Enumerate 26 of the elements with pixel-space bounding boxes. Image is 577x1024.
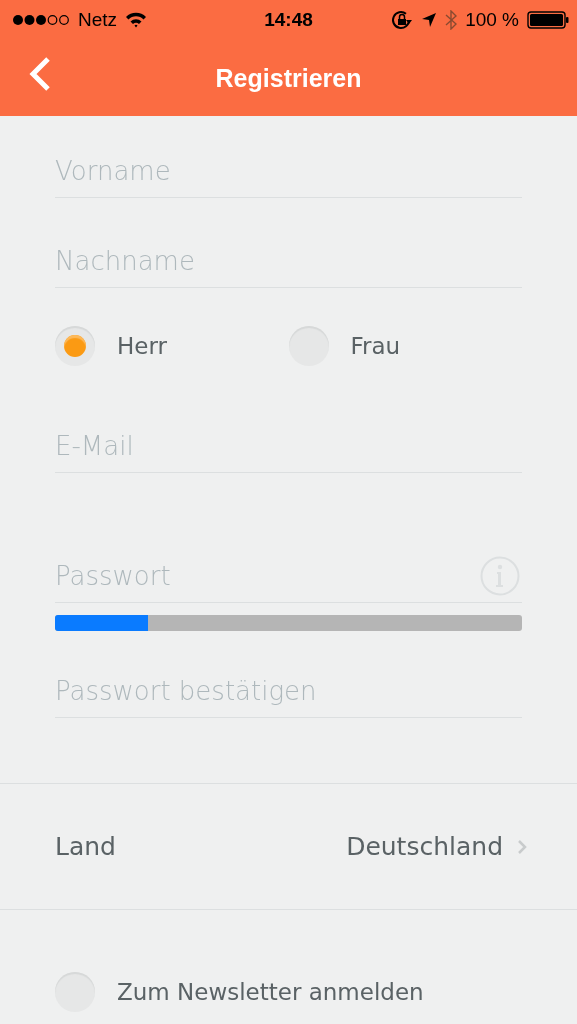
clock-time: 14:48 (264, 9, 313, 31)
email-field[interactable]: E-Mail (55, 420, 522, 473)
screen-title: Registrieren (215, 63, 362, 93)
radio-label: Herr (117, 333, 167, 359)
country-label: Land (55, 832, 117, 861)
text-field[interactable]: Nachname (55, 235, 522, 288)
radio-label: Frau (350, 333, 401, 359)
location-arrow-icon (421, 12, 438, 28)
bluetooth-icon (445, 10, 458, 30)
battery-percent: 100 % (465, 9, 519, 31)
carrier-name: Netz (78, 9, 118, 31)
battery-icon (527, 11, 569, 29)
password-field[interactable]: Passwort (55, 550, 522, 603)
rotation-lock-icon (391, 10, 414, 30)
text-field[interactable]: Vorname (55, 145, 522, 198)
newsletter-checkbox[interactable] (55, 972, 95, 1012)
radio-button[interactable] (55, 326, 95, 366)
newsletter-label: Zum Newsletter anmelden (117, 979, 424, 1005)
password-confirm-field[interactable]: Passwort bestätigen (55, 665, 522, 718)
radio-button[interactable] (288, 326, 329, 366)
signal-icon (12, 14, 70, 26)
wifi-icon (125, 12, 148, 28)
country-value: Deutschland (346, 832, 503, 861)
country-row[interactable]: Land Deutschland (0, 783, 577, 910)
chevron-right-icon (517, 838, 527, 855)
chevron-left-icon (28, 56, 52, 92)
